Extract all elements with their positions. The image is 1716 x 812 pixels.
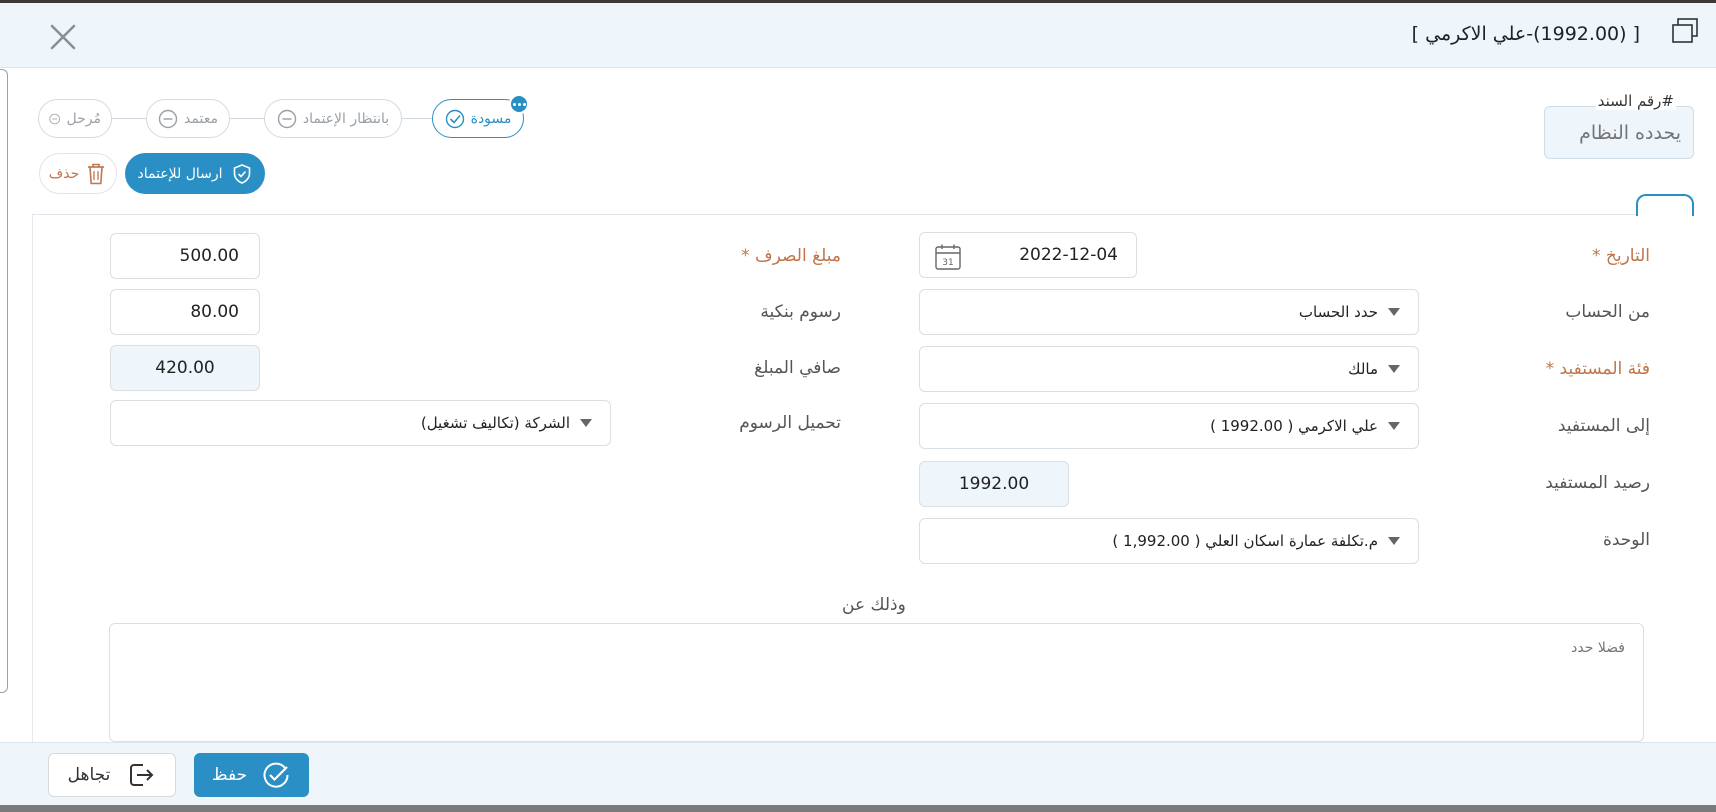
- dialog-title: [ (1992.00)-علي الاكرمي ]: [1411, 23, 1640, 45]
- note-textarea[interactable]: [109, 623, 1644, 742]
- step-connector: [226, 118, 266, 119]
- shield-check-icon: [233, 163, 250, 184]
- caret-down-icon: [580, 419, 592, 427]
- beneficiary-balance-value: 1992.00: [958, 474, 1030, 494]
- step-posted[interactable]: مُرحل: [38, 99, 112, 138]
- net-amount-label: صافي المبلغ: [754, 358, 841, 378]
- unit-label: الوحدة: [1602, 530, 1650, 550]
- unit-select[interactable]: م.تكلفة عمارة اسكان العلي ( 1,992.00 ): [919, 518, 1419, 564]
- doc-number-label: #رقم السند: [1595, 92, 1676, 110]
- unit-value: م.تكلفة عمارة اسكان العلي ( 1,992.00 ): [1112, 532, 1378, 550]
- step-label: معتمد: [184, 110, 218, 127]
- submit-label: ارسال للإعتماد: [137, 165, 223, 182]
- minus-circle-icon: [49, 113, 61, 124]
- bank-fees-value: 80.00: [190, 302, 239, 322]
- exit-icon: [130, 764, 154, 786]
- tab-main[interactable]: [1636, 194, 1694, 216]
- trash-icon: [88, 163, 105, 184]
- backdrop-bottom: [0, 805, 1716, 812]
- step-draft[interactable]: مسودة: [432, 94, 529, 138]
- doc-number-input[interactable]: [1544, 106, 1694, 159]
- beneficiary-balance-field: 1992.00: [919, 461, 1069, 507]
- dialog-header: [ (1992.00)-علي الاكرمي ]: [0, 3, 1716, 68]
- amount-value: 500.00: [179, 246, 239, 266]
- from-account-label: من الحساب: [1565, 302, 1650, 322]
- fees-bearer-value: الشركة (تكاليف تشغيل): [420, 414, 570, 432]
- close-icon[interactable]: [46, 20, 80, 54]
- beneficiary-balance-label: رصيد المستفيد: [1545, 473, 1650, 493]
- step-label: بانتظار الإعتماد: [302, 110, 390, 127]
- calendar-icon[interactable]: 31: [934, 243, 962, 271]
- scroll-handle[interactable]: [0, 69, 8, 693]
- to-beneficiary-value: علي الاكرمي ( 1992.00 ): [1210, 417, 1378, 435]
- save-label: حفظ: [211, 765, 248, 785]
- check-circle-icon: [445, 109, 464, 128]
- step-pending-approval[interactable]: بانتظار الإعتماد: [264, 99, 402, 138]
- date-value: 2022-12-04: [1019, 245, 1118, 265]
- from-account-value: حدد الحساب: [1298, 303, 1378, 321]
- step-label: مسودة: [470, 110, 512, 127]
- minus-circle-icon: [158, 109, 178, 128]
- net-amount-value: 420.00: [155, 358, 215, 378]
- note-label: وذلك عن: [836, 595, 912, 615]
- more-icon[interactable]: [509, 94, 529, 114]
- bank-fees-label: رسوم بنكية: [760, 302, 841, 322]
- delete-label: حذف: [48, 165, 80, 182]
- caret-down-icon: [1388, 537, 1400, 545]
- fees-bearer-select[interactable]: الشركة (تكاليف تشغيل): [110, 400, 611, 446]
- dialog-footer: حفظ تجاهل: [0, 742, 1716, 805]
- window-restore-icon[interactable]: [1670, 16, 1700, 46]
- submit-for-approval-button[interactable]: ارسال للإعتماد: [125, 153, 265, 194]
- amount-input[interactable]: 500.00: [110, 233, 260, 279]
- step-approved[interactable]: معتمد: [146, 99, 230, 138]
- date-label: التاريخ *: [1591, 246, 1650, 266]
- minus-circle-icon: [277, 109, 297, 128]
- caret-down-icon: [1388, 308, 1400, 316]
- caret-down-icon: [1388, 422, 1400, 430]
- net-amount-field: 420.00: [110, 345, 260, 391]
- to-beneficiary-select[interactable]: علي الاكرمي ( 1992.00 ): [919, 403, 1419, 449]
- status-stepper: مُرحل معتمد بانتظار الإعتماد مسودة: [38, 94, 529, 139]
- from-account-select[interactable]: حدد الحساب: [919, 289, 1419, 335]
- beneficiary-category-label: فئة المستفيد *: [1545, 359, 1650, 379]
- step-connector: [108, 118, 148, 119]
- delete-button[interactable]: حذف: [39, 153, 117, 194]
- caret-down-icon: [1388, 365, 1400, 373]
- voucher-dialog: [ (1992.00)-علي الاكرمي ] #رقم السند مُر…: [0, 3, 1716, 805]
- check-circle-icon: [263, 762, 289, 788]
- step-label: مُرحل: [66, 110, 101, 127]
- bank-fees-input[interactable]: 80.00: [110, 289, 260, 335]
- beneficiary-category-select[interactable]: مالك: [919, 346, 1419, 392]
- fees-bearer-label: تحميل الرسوم: [739, 413, 841, 433]
- svg-text:31: 31: [942, 258, 953, 268]
- ignore-button[interactable]: تجاهل: [48, 753, 176, 797]
- save-button[interactable]: حفظ: [194, 753, 309, 797]
- date-field[interactable]: 31 2022-12-04: [919, 232, 1137, 278]
- ignore-label: تجاهل: [67, 765, 111, 785]
- amount-label: مبلغ الصرف *: [741, 246, 841, 266]
- to-beneficiary-label: إلى المستفيد: [1557, 416, 1650, 436]
- beneficiary-category-value: مالك: [1348, 360, 1378, 378]
